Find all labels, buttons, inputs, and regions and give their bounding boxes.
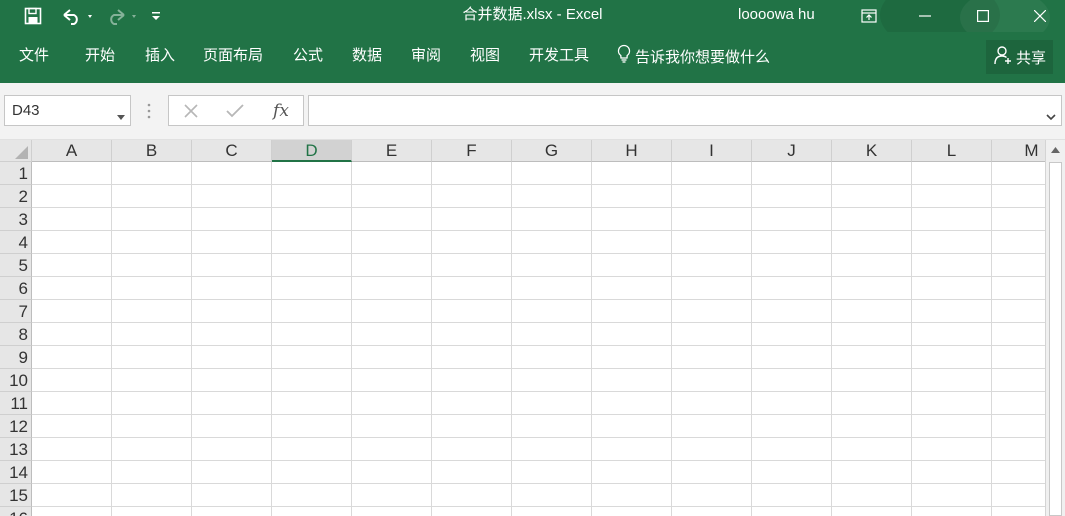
enter-check-icon[interactable] (221, 96, 249, 125)
spreadsheet-grid[interactable]: ABCDEFGHIJKLM12345678910111213141516 (0, 140, 1045, 516)
column-gridline (831, 162, 832, 516)
row-header-3[interactable]: 3 (0, 208, 32, 231)
column-header-g[interactable]: G (512, 140, 592, 162)
row-header-12[interactable]: 12 (0, 415, 32, 438)
close-icon[interactable] (1017, 0, 1063, 32)
ribbon-tabs: 文件 开始 插入 页面布局 公式 数据 审阅 视图 开发工具 告诉我你想要做什么… (0, 32, 1065, 83)
row-header-15[interactable]: 15 (0, 484, 32, 507)
minimize-icon[interactable] (902, 0, 948, 32)
column-header-l[interactable]: L (912, 140, 992, 162)
user-name[interactable]: loooowa hu (738, 0, 815, 32)
save-icon[interactable] (20, 0, 46, 32)
row-header-16[interactable]: 16 (0, 507, 32, 516)
formula-buttons: fx (168, 95, 304, 126)
lightbulb-icon (617, 44, 635, 68)
column-header-a[interactable]: A (32, 140, 112, 162)
row-gridline (32, 207, 1045, 208)
tab-page-layout[interactable]: 页面布局 (203, 32, 263, 80)
drag-handle-icon[interactable] (146, 103, 152, 119)
column-header-c[interactable]: C (192, 140, 272, 162)
tab-home[interactable]: 开始 (85, 32, 115, 80)
row-gridline (32, 437, 1045, 438)
row-gridline (32, 483, 1045, 484)
row-header-13[interactable]: 13 (0, 438, 32, 461)
row-gridline (32, 276, 1045, 277)
row-gridline (32, 506, 1045, 507)
row-gridline (32, 345, 1045, 346)
row-gridline (32, 414, 1045, 415)
row-header-1[interactable]: 1 (0, 162, 32, 185)
row-header-5[interactable]: 5 (0, 254, 32, 277)
undo-icon[interactable] (58, 0, 98, 32)
vertical-scrollbar[interactable] (1045, 140, 1065, 516)
expand-formula-icon[interactable] (1046, 108, 1056, 126)
row-gridline (32, 391, 1045, 392)
column-gridline (351, 162, 352, 516)
tab-data[interactable]: 数据 (352, 32, 382, 80)
row-gridline (32, 460, 1045, 461)
share-label: 共享 (1015, 49, 1046, 67)
row-gridline (32, 368, 1045, 369)
row-gridline (32, 299, 1045, 300)
tab-developer[interactable]: 开发工具 (529, 32, 589, 80)
window-title: 合并数据.xlsx - Excel (462, 6, 603, 23)
chevron-down-icon[interactable] (117, 108, 125, 126)
column-gridline (511, 162, 512, 516)
share-button[interactable]: 共享 (986, 40, 1053, 74)
column-gridline (431, 162, 432, 516)
redo-icon[interactable] (102, 0, 142, 32)
column-header-b[interactable]: B (112, 140, 192, 162)
tab-review[interactable]: 审阅 (411, 32, 441, 80)
row-gridline (32, 230, 1045, 231)
customize-qat-icon[interactable] (148, 0, 164, 32)
row-header-10[interactable]: 10 (0, 369, 32, 392)
column-header-f[interactable]: F (432, 140, 512, 162)
row-gridline (32, 322, 1045, 323)
formula-bar: D43 fx (0, 83, 1065, 140)
title-bar: 合并数据.xlsx - Excel loooowa hu (0, 0, 1065, 50)
cancel-icon[interactable] (177, 96, 205, 125)
person-add-icon (993, 45, 1016, 69)
row-header-8[interactable]: 8 (0, 323, 32, 346)
scrollbar-thumb[interactable] (1049, 162, 1062, 516)
select-all-button[interactable] (0, 140, 32, 162)
column-header-d[interactable]: D (272, 140, 352, 162)
column-gridline (991, 162, 992, 516)
column-gridline (111, 162, 112, 516)
tell-me-search[interactable]: 告诉我你想要做什么 (617, 32, 770, 80)
tell-me-label: 告诉我你想要做什么 (635, 48, 771, 66)
column-gridline (751, 162, 752, 516)
row-header-11[interactable]: 11 (0, 392, 32, 415)
row-header-9[interactable]: 9 (0, 346, 32, 369)
ribbon-display-options-icon[interactable] (846, 0, 892, 32)
column-gridline (591, 162, 592, 516)
column-header-h[interactable]: H (592, 140, 672, 162)
column-header-e[interactable]: E (352, 140, 432, 162)
formula-input[interactable] (308, 95, 1062, 126)
name-box-value: D43 (12, 102, 40, 119)
name-box[interactable]: D43 (4, 95, 131, 126)
column-header-i[interactable]: I (672, 140, 752, 162)
column-gridline (911, 162, 912, 516)
tab-formulas[interactable]: 公式 (293, 32, 323, 80)
row-gridline (32, 184, 1045, 185)
column-gridline (191, 162, 192, 516)
column-header-k[interactable]: K (832, 140, 912, 162)
insert-function-button[interactable]: fx (265, 96, 297, 125)
column-header-m[interactable]: M (992, 140, 1045, 162)
tab-insert[interactable]: 插入 (145, 32, 175, 80)
tab-file[interactable]: 文件 (19, 32, 49, 80)
row-gridline (32, 253, 1045, 254)
row-header-7[interactable]: 7 (0, 300, 32, 323)
maximize-icon[interactable] (960, 0, 1006, 32)
row-header-6[interactable]: 6 (0, 277, 32, 300)
column-gridline (271, 162, 272, 516)
tab-view[interactable]: 视图 (470, 32, 500, 80)
row-header-2[interactable]: 2 (0, 185, 32, 208)
row-header-4[interactable]: 4 (0, 231, 32, 254)
column-gridline (671, 162, 672, 516)
column-header-j[interactable]: J (752, 140, 832, 162)
scroll-up-icon[interactable] (1046, 140, 1065, 159)
row-header-14[interactable]: 14 (0, 461, 32, 484)
